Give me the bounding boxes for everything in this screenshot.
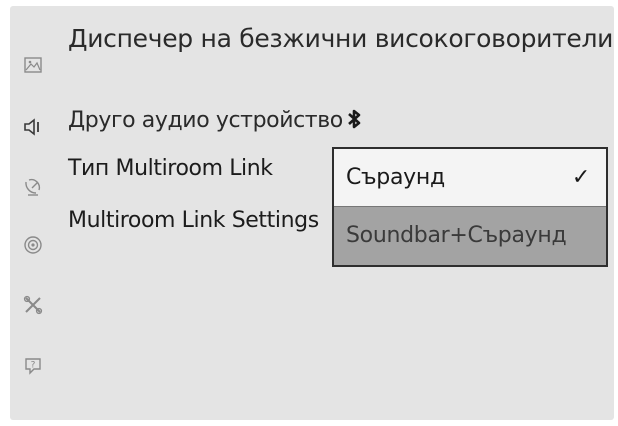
tools-icon[interactable] xyxy=(22,294,44,316)
support-icon[interactable]: ? xyxy=(22,354,44,376)
menu-item-multiroom-settings[interactable]: Multiroom Link Settings xyxy=(68,208,319,233)
menu-item-multiroom-type[interactable]: Тип Multiroom Link xyxy=(68,156,273,181)
page-title: Диспечер на безжични високоговорители xyxy=(68,24,614,53)
picture-icon[interactable] xyxy=(22,54,44,76)
multiroom-type-dropdown[interactable]: Съраунд ✓ Soundbar+Съраунд xyxy=(332,147,608,267)
tv-menu-screen: ? Диспечер на безжични високоговорители … xyxy=(10,6,614,420)
dropdown-option-surround[interactable]: Съраунд ✓ xyxy=(334,149,606,207)
dropdown-option-soundbar-surround[interactable]: Soundbar+Съраунд xyxy=(334,207,606,265)
menu-item-other-audio-device[interactable]: Друго аудио устройство xyxy=(68,108,363,133)
broadcast-icon[interactable] xyxy=(22,176,44,198)
sidebar: ? xyxy=(10,6,56,420)
option-label: Soundbar+Съраунд xyxy=(346,223,567,248)
menu-item-label: Multiroom Link Settings xyxy=(68,208,319,233)
bluetooth-icon xyxy=(345,108,363,130)
network-icon[interactable] xyxy=(22,234,44,256)
checkmark-icon: ✓ xyxy=(571,165,590,190)
menu-item-label: Тип Multiroom Link xyxy=(68,156,273,181)
menu-item-label: Друго аудио устройство xyxy=(68,108,343,133)
sound-icon[interactable] xyxy=(22,116,44,138)
svg-text:?: ? xyxy=(31,361,36,371)
option-label: Съраунд xyxy=(346,165,445,190)
